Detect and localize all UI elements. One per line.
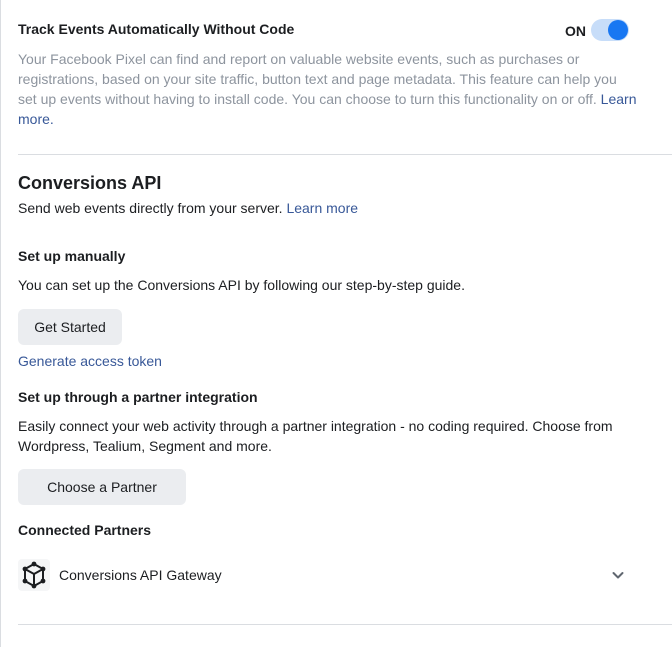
partner-name: Conversions API Gateway xyxy=(59,567,222,583)
connected-partner-row[interactable]: Conversions API Gateway xyxy=(18,558,630,592)
choose-partner-button[interactable]: Choose a Partner xyxy=(18,469,186,505)
track-events-description-text: Your Facebook Pixel can find and report … xyxy=(18,51,617,107)
conversions-api-subtitle: Send web events directly from your serve… xyxy=(18,200,358,216)
manual-setup-title: Set up manually xyxy=(18,248,126,264)
track-events-title: Track Events Automatically Without Code xyxy=(18,21,295,37)
toggle-knob xyxy=(608,20,628,40)
left-border xyxy=(0,0,1,647)
track-events-description: Your Facebook Pixel can find and report … xyxy=(18,49,638,129)
cube-network-icon xyxy=(18,559,50,591)
bottom-divider xyxy=(18,624,672,625)
track-events-toggle[interactable] xyxy=(591,19,629,41)
section-divider xyxy=(18,154,672,155)
partner-setup-description: Easily connect your web activity through… xyxy=(18,418,613,454)
conversions-api-learn-more-link[interactable]: Learn more xyxy=(286,200,358,216)
generate-access-token-link[interactable]: Generate access token xyxy=(18,353,162,369)
get-started-button[interactable]: Get Started xyxy=(18,309,122,345)
toggle-state-label: ON xyxy=(565,23,586,39)
chevron-down-icon[interactable] xyxy=(610,567,626,583)
connected-partners-title: Connected Partners xyxy=(18,522,152,538)
track-events-toggle-group: ON xyxy=(565,19,629,41)
manual-setup-description: You can set up the Conversions API by fo… xyxy=(18,277,465,293)
conversions-api-subtitle-text: Send web events directly from your serve… xyxy=(18,200,283,216)
partner-setup-title: Set up through a partner integration xyxy=(18,389,258,405)
conversions-api-title: Conversions API xyxy=(18,173,162,193)
